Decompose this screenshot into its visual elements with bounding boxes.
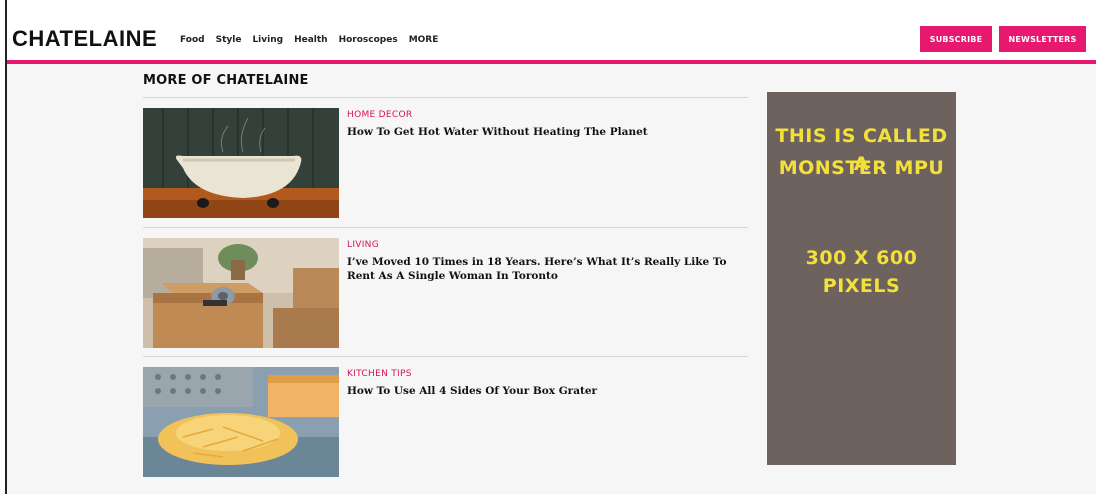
subscribe-button[interactable]: SUBSCRIBE [920, 26, 992, 52]
article-category[interactable]: HOME DECOR [347, 110, 412, 120]
article-card[interactable]: LIVING I’ve Moved 10 Times in 18 Years. … [143, 238, 748, 348]
section-title: MORE OF CHATELAINE [143, 73, 309, 88]
ad-monster-mpu[interactable]: THIS IS CALLED A MONSTER MPU 300 X 600 P… [767, 92, 956, 465]
nav-item-more[interactable]: MORE [409, 35, 439, 45]
newsletters-button[interactable]: NEWSLETTERS [999, 26, 1086, 52]
ad-line-3: 300 X 600 PIXELS [805, 247, 918, 297]
article-headline[interactable]: How To Get Hot Water Without Heating The… [347, 125, 737, 139]
article-card[interactable]: KITCHEN TIPS How To Use All 4 Sides Of Y… [143, 367, 748, 477]
main-nav: Food Style Living Health Horoscopes MORE [180, 35, 449, 45]
article-headline[interactable]: How To Use All 4 Sides Of Your Box Grate… [347, 384, 737, 398]
site-logo[interactable]: CHATELAINE [12, 26, 157, 52]
article-category[interactable]: KITCHEN TIPS [347, 369, 412, 379]
grated-cheese-image[interactable] [143, 367, 339, 477]
ad-line-2: MONSTER MPU [778, 157, 945, 179]
moving-boxes-image[interactable] [143, 238, 339, 348]
nav-item-living[interactable]: Living [252, 35, 283, 45]
nav-item-style[interactable]: Style [216, 35, 242, 45]
article-headline[interactable]: I’ve Moved 10 Times in 18 Years. Here’s … [347, 255, 737, 283]
article-card[interactable]: HOME DECOR How To Get Hot Water Without … [143, 108, 748, 218]
bathtub-image[interactable] [143, 108, 339, 218]
article-divider [143, 356, 748, 357]
nav-item-food[interactable]: Food [180, 35, 205, 45]
nav-item-horoscopes[interactable]: Horoscopes [339, 35, 398, 45]
nav-item-health[interactable]: Health [294, 35, 328, 45]
section-divider [143, 97, 748, 98]
site-header: CHATELAINE Food Style Living Health Horo… [7, 0, 1096, 63]
article-divider [143, 227, 748, 228]
article-category[interactable]: LIVING [347, 240, 379, 250]
